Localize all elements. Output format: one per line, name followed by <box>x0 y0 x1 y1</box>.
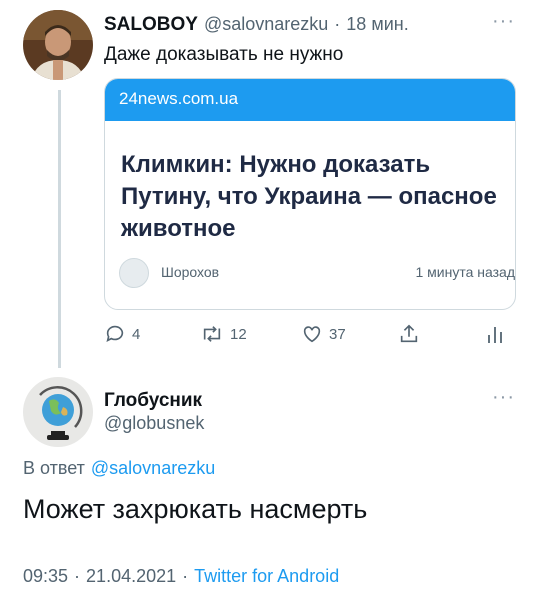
reply-source[interactable]: Twitter for Android <box>194 566 339 587</box>
like-button[interactable]: 37 <box>301 323 346 345</box>
share-button[interactable] <box>398 322 420 346</box>
reply-more-icon[interactable]: ··· <box>492 386 515 409</box>
tweet-more-icon[interactable]: ··· <box>492 10 515 33</box>
reply-time[interactable]: 09:35 <box>23 566 68 587</box>
like-count: 37 <box>329 325 346 343</box>
card-author-avatar <box>119 258 149 288</box>
share-icon <box>400 324 418 343</box>
reply-button[interactable]: 4 <box>104 323 140 345</box>
link-card[interactable]: 24news.com.ua Климкин: Нужно доказать Пу… <box>104 78 516 310</box>
saloboy-avatar[interactable] <box>23 10 93 80</box>
reply-date[interactable]: 21.04.2021 <box>86 566 176 587</box>
reply-to-handle[interactable]: @salovnarezku <box>91 458 215 479</box>
card-domain: 24news.com.ua <box>119 89 239 108</box>
retweet-icon <box>203 326 221 342</box>
analytics-button[interactable] <box>486 323 504 345</box>
retweet-button[interactable]: 12 <box>200 323 247 345</box>
reply-display-name[interactable]: Глобусник <box>104 390 202 412</box>
card-header: 24news.com.ua <box>105 79 515 121</box>
meta-dot-1: · <box>74 566 81 586</box>
thread-line <box>58 90 61 368</box>
reply-to-prefix: В ответ <box>23 458 85 478</box>
card-author: Шорохов <box>161 264 220 280</box>
tweet-timestamp[interactable]: 18 мин. <box>346 14 408 35</box>
tweet-separator: · <box>334 14 341 34</box>
tweet-display-name[interactable]: SALOBOY <box>104 14 198 36</box>
meta-dot-2: · <box>182 566 189 586</box>
globusnik-avatar[interactable] <box>23 377 93 447</box>
reply-handle[interactable]: @globusnek <box>104 413 204 434</box>
like-icon <box>303 326 321 343</box>
card-time: 1 минута назад <box>415 264 515 280</box>
retweet-count: 12 <box>230 325 247 343</box>
reply-icon <box>106 325 124 342</box>
analytics-icon <box>488 327 502 343</box>
tweet-handle[interactable]: @salovnarezku <box>204 14 328 35</box>
card-headline: Климкин: Нужно доказать Путину, что Укра… <box>121 151 497 242</box>
reply-text: Может захрюкать насмерть <box>23 494 368 524</box>
tweet-text: Даже доказывать не нужно <box>104 44 344 65</box>
reply-count: 4 <box>132 325 141 343</box>
